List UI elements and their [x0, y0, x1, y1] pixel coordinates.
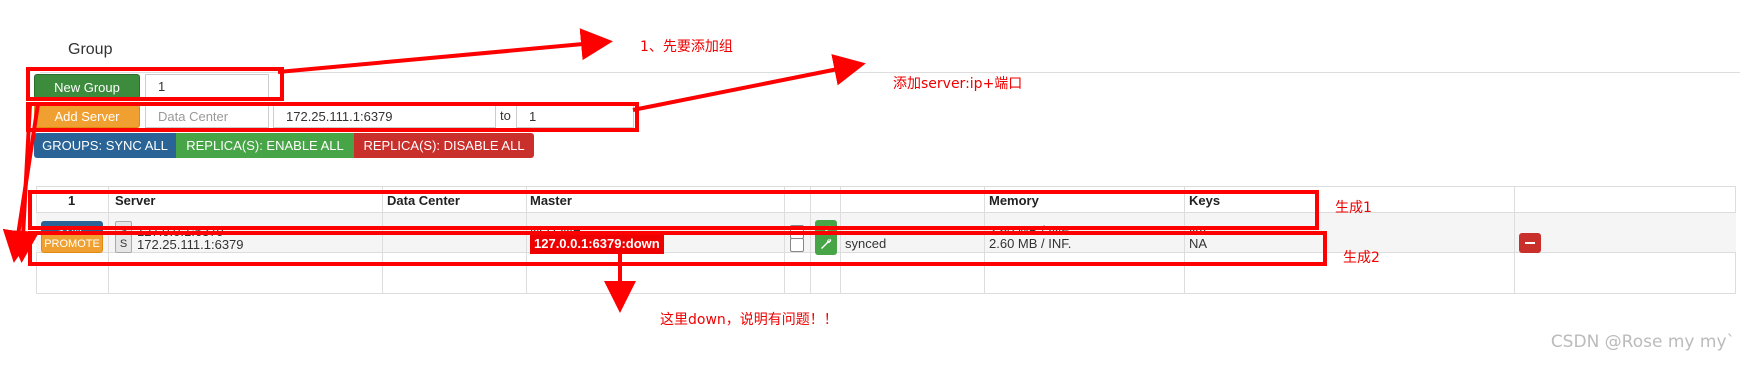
annotation-gen2: 生成2: [1343, 250, 1380, 266]
annotation-step1: 1、先要添加组: [640, 39, 733, 55]
annotation-step2: 添加server:ip+端口: [893, 76, 1023, 92]
annotation-down-note: 这里down，说明有问题！！: [660, 312, 838, 328]
watermark: CSDN @Rose my my`: [1550, 332, 1735, 352]
annotation-arrows: [2, 28, 866, 313]
annotation-gen1: 生成1: [1335, 200, 1372, 216]
